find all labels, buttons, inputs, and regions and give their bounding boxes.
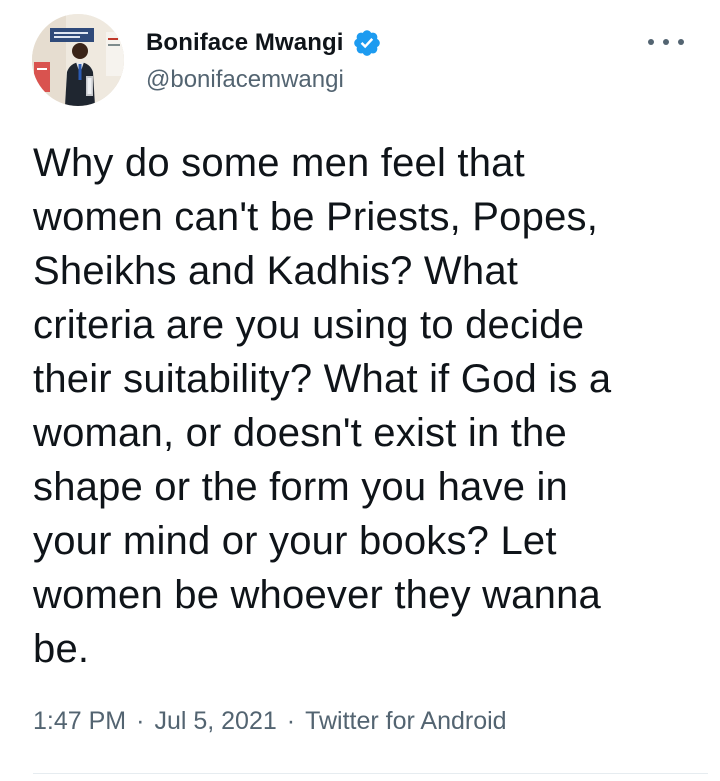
tweet-date[interactable]: Jul 5, 2021 <box>154 707 276 736</box>
tweet-header: Boniface Mwangi @bonifacemwangi <box>32 14 690 106</box>
verified-badge-icon <box>352 28 382 58</box>
name-row: Boniface Mwangi <box>146 28 382 58</box>
tweet-time[interactable]: 1:47 PM <box>33 707 126 736</box>
profile-photo-icon <box>32 14 124 106</box>
more-options-icon[interactable] <box>648 36 684 48</box>
more-dot <box>648 39 654 45</box>
divider <box>33 773 708 774</box>
avatar[interactable] <box>32 14 124 106</box>
tweet-detail: Boniface Mwangi @bonifacemwangi Why do s… <box>0 0 720 781</box>
author-info: Boniface Mwangi @bonifacemwangi <box>146 28 382 94</box>
more-dot <box>678 39 684 45</box>
user-handle[interactable]: @bonifacemwangi <box>146 66 382 94</box>
display-name[interactable]: Boniface Mwangi <box>146 29 344 57</box>
meta-separator: · <box>286 707 296 735</box>
more-dot <box>663 39 669 45</box>
tweet-text: Why do some men feel that women can't be… <box>33 141 612 671</box>
meta-separator: · <box>136 707 145 735</box>
tweet-source[interactable]: Twitter for Android <box>305 707 506 736</box>
tweet-meta: 1:47 PM · Jul 5, 2021 · Twitter for Andr… <box>33 707 507 736</box>
